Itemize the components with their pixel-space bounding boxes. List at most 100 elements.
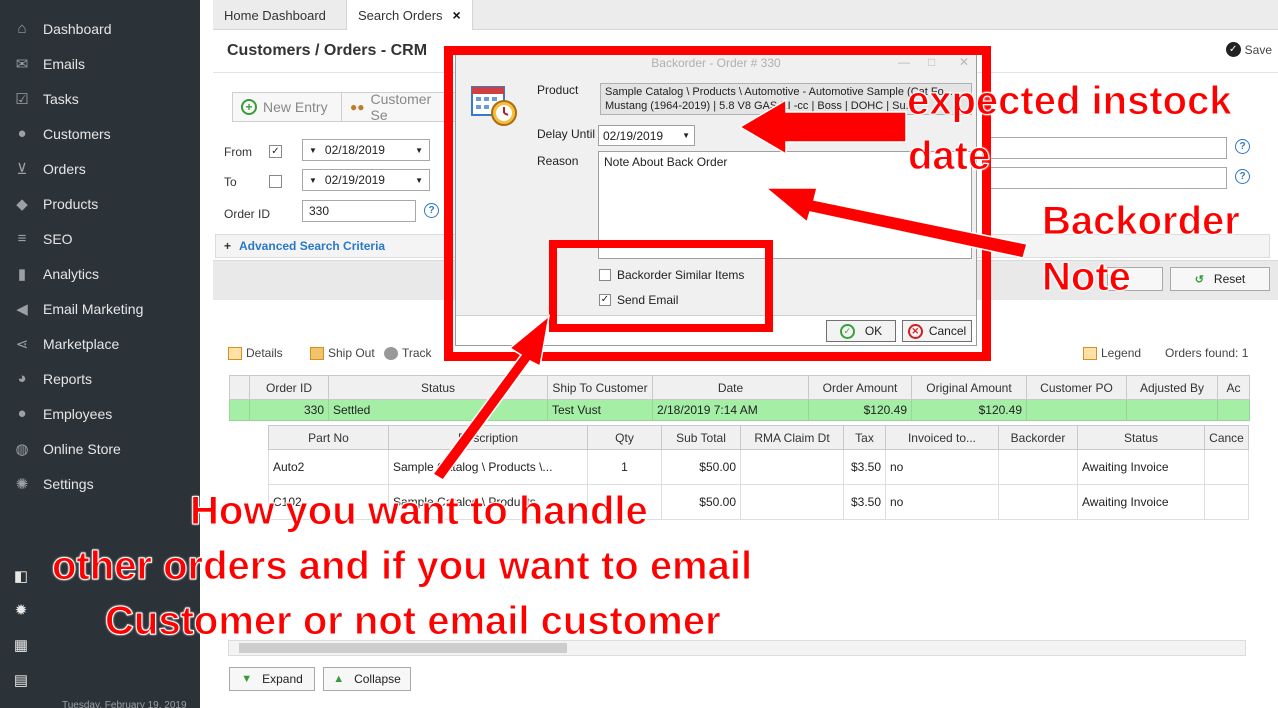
sidebar-item-online-store[interactable]: ◍ Online Store (0, 431, 200, 466)
sidebar-item-tasks[interactable]: ☑ Tasks (0, 81, 200, 116)
package-icon (310, 346, 324, 360)
tab-home-dashboard[interactable]: Home Dashboard (213, 0, 337, 30)
sidebar-item-marketplace[interactable]: ⋖ Marketplace (0, 326, 200, 361)
legend-button[interactable]: Legend (1083, 346, 1141, 360)
column-header[interactable]: Date (652, 375, 809, 400)
collapse-button[interactable]: ▲ Collapse (323, 667, 411, 691)
column-header[interactable]: Ac (1217, 375, 1250, 400)
order-id-label: Order ID (224, 207, 271, 221)
to-date-picker[interactable]: ▼ 02/19/2019 ▼ (302, 169, 430, 191)
search-field-1[interactable] (983, 137, 1227, 159)
ship-out-button[interactable]: Ship Out (310, 346, 375, 360)
column-header[interactable]: Invoiced to... (885, 425, 999, 450)
envelope-icon: ✉ (15, 55, 29, 73)
track-button[interactable]: Track (384, 346, 432, 360)
tab-new-entry[interactable]: + New Entry (232, 92, 342, 122)
megaphone-icon: ◀ (16, 300, 28, 318)
orders-found-count: Orders found: 1 (1165, 346, 1248, 360)
sidebar-item-label: Marketplace (43, 335, 120, 352)
help-icon[interactable]: ? (1235, 169, 1250, 184)
sidebar-item-orders[interactable]: ⊻ Orders (0, 151, 200, 186)
table-cell: $120.49 (911, 399, 1027, 421)
sliders-icon: ≡ (17, 230, 27, 247)
calculator-icon[interactable]: ▦ (11, 636, 31, 656)
sidebar-item-seo[interactable]: ≡ SEO (0, 221, 200, 256)
sidebar-item-label: Tasks (43, 90, 79, 107)
column-header[interactable]: Order ID (249, 375, 329, 400)
help-icon[interactable]: ? (424, 203, 439, 218)
calendar-icon[interactable]: ▤ (11, 671, 31, 691)
table-cell: no (885, 449, 999, 485)
column-header[interactable]: Backorder (998, 425, 1078, 450)
table-cell: $3.50 (843, 449, 886, 485)
search-field-2[interactable] (983, 167, 1227, 189)
sidebar-item-analytics[interactable]: ▮ Analytics (0, 256, 200, 291)
table-cell: Settled (328, 399, 548, 421)
orders-grid-header: Order ID Status Ship To Customer Date Or… (229, 375, 1250, 400)
annotation-handle-line3: Customer or not email customer (105, 599, 722, 644)
details-button[interactable]: Details (228, 346, 283, 360)
sidebar-item-email-marketing[interactable]: ◀ Email Marketing (0, 291, 200, 326)
arrow-up-icon: ▲ (333, 673, 345, 685)
sidebar-item-reports[interactable]: ◕ Reports (0, 361, 200, 396)
column-header[interactable]: Sub Total (661, 425, 741, 450)
table-cell: Sample Catalog \ Products \... (388, 449, 588, 485)
legend-label: Legend (1101, 346, 1142, 360)
tab-customer-search[interactable]: ●● Customer Se (341, 91, 457, 123)
column-header[interactable]: Part No (268, 425, 389, 450)
sidebar-item-products[interactable]: ◆ Products (0, 186, 200, 221)
sidebar-item-dashboard[interactable]: ⌂ Dashboard (0, 11, 200, 46)
column-header[interactable]: Qty (587, 425, 662, 450)
user-icon: ● (17, 125, 27, 142)
column-header[interactable]: Adjusted By (1126, 375, 1218, 400)
lightbulb-icon[interactable]: ✹ (11, 601, 31, 621)
scrollbar-thumb[interactable] (239, 643, 567, 653)
table-cell: no (885, 484, 999, 520)
tab-search-orders[interactable]: Search Orders × (346, 0, 473, 30)
table-cell: Auto2 (268, 449, 389, 485)
sidebar-date: Tuesday, February 19, 2019 (62, 700, 187, 708)
sidebar-item-label: Reports (43, 370, 93, 387)
sidebar-item-label: Products (43, 195, 99, 212)
page-title: Customers / Orders - CRM (227, 42, 428, 59)
reset-button[interactable]: ↺ Reset (1170, 267, 1270, 291)
from-date-picker[interactable]: ▼ 02/18/2019 ▼ (302, 139, 430, 161)
column-header[interactable]: Original Amount (911, 375, 1027, 400)
column-header[interactable]: Status (328, 375, 548, 400)
from-checkbox[interactable]: ✓ (269, 145, 282, 158)
column-header[interactable]: Cance (1204, 425, 1249, 450)
close-icon[interactable]: × (453, 7, 461, 23)
annotation-instock-line2: date (907, 134, 991, 179)
table-cell (740, 449, 844, 485)
help-icon[interactable]: ? (1235, 139, 1250, 154)
table-row[interactable]: 330 Settled Test Vust 2/18/2019 7:14 AM … (229, 399, 1250, 421)
tab-label: Customer Se (370, 91, 432, 123)
column-header[interactable]: RMA Claim Dt (740, 425, 844, 450)
table-row[interactable]: Auto2 Sample Catalog \ Products \... 1 $… (268, 449, 1249, 485)
row-indicator[interactable] (229, 399, 250, 421)
sidebar-item-employees[interactable]: ● Employees (0, 396, 200, 431)
windows-icon[interactable]: ◧ (11, 567, 31, 587)
column-header[interactable]: Tax (843, 425, 886, 450)
orders-found-label: Orders found: 1 (1165, 346, 1249, 360)
column-header[interactable]: Status (1077, 425, 1205, 450)
column-header[interactable]: Customer PO (1026, 375, 1127, 400)
save-button[interactable]: ✓ Save (1225, 42, 1272, 57)
column-header[interactable]: Order Amount (808, 375, 912, 400)
expand-button[interactable]: ▼ Expand (229, 667, 315, 691)
order-id-input[interactable]: 330 (302, 200, 416, 222)
globe-icon: ◍ (15, 440, 29, 458)
column-header[interactable]: Ship To Customer (547, 375, 653, 400)
to-label: To (224, 175, 237, 189)
table-cell (740, 484, 844, 520)
sidebar-item-settings[interactable]: ✺ Settings (0, 466, 200, 501)
to-checkbox[interactable] (269, 175, 282, 188)
sidebar-item-emails[interactable]: ✉ Emails (0, 46, 200, 81)
column-header[interactable]: Description (388, 425, 588, 450)
table-cell (1204, 484, 1249, 520)
annotation-handle-line2: other orders and if you want to email (51, 544, 753, 589)
check-circle-icon: ✓ (1225, 42, 1241, 57)
sidebar-item-customers[interactable]: ● Customers (0, 116, 200, 151)
tab-label: Home Dashboard (224, 7, 326, 23)
tasks-icon: ☑ (15, 90, 29, 108)
